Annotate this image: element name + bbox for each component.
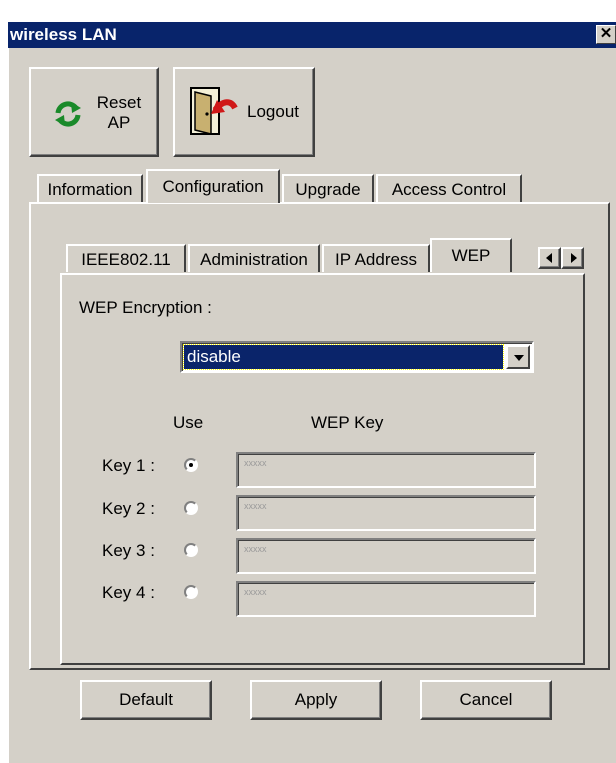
close-button[interactable]: ✕ [596,25,616,44]
use-header: Use [173,413,204,432]
chevron-down-icon[interactable] [506,345,530,369]
tab-administration[interactable]: Administration [188,244,320,272]
tab-configuration[interactable]: Configuration [146,169,280,203]
key-4-radio[interactable] [184,585,198,599]
key-2-label: Key 2 : [102,499,155,518]
close-icon: ✕ [599,25,613,42]
key-1-field[interactable]: xxxxx [236,452,536,488]
tab-ip-address[interactable]: IP Address [322,244,430,272]
cancel-button[interactable]: Cancel [420,680,552,720]
refresh-icon [55,101,81,127]
wep-encryption-value: disable [183,344,504,370]
tab-upgrade[interactable]: Upgrade [282,174,374,202]
scroll-left-button[interactable] [538,247,561,269]
logout-button[interactable]: Logout [173,67,315,157]
wep-encryption-select[interactable]: disable [180,341,534,373]
door-exit-icon [190,87,238,135]
default-button[interactable]: Default [80,680,212,720]
reset-ap-button[interactable]: Reset AP [29,67,159,157]
key-3-field[interactable]: xxxxx [236,538,536,574]
ap-label: AP [107,113,131,132]
scroll-right-button[interactable] [561,247,584,269]
key-2-field[interactable]: xxxxx [236,495,536,531]
reset-label: Reset [96,93,142,112]
tab-information[interactable]: Information [37,174,143,202]
key-1-label: Key 1 : [102,456,155,475]
wep-encryption-label: WEP Encryption : [79,298,212,317]
key-3-label: Key 3 : [102,541,155,560]
logout-label: Logout [247,102,299,121]
key-1-radio[interactable] [184,458,198,472]
tab-ieee80211[interactable]: IEEE802.11 [66,244,186,272]
tab-access-control[interactable]: Access Control [376,174,522,202]
window-title: wireless LAN [10,25,117,44]
title-bar: wireless LAN ✕ [8,22,616,48]
key-4-field[interactable]: xxxxx [236,581,536,617]
key-3-radio[interactable] [184,543,198,557]
apply-button[interactable]: Apply [250,680,382,720]
key-2-radio[interactable] [184,501,198,515]
wep-key-header: WEP Key [311,413,384,432]
tab-wep[interactable]: WEP [430,238,512,272]
key-4-label: Key 4 : [102,583,155,602]
